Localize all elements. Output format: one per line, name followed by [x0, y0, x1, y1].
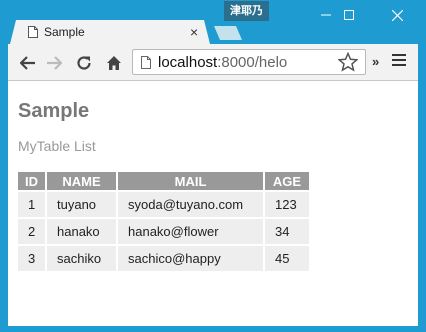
- reload-icon: [77, 56, 91, 70]
- page-title: Sample: [18, 100, 90, 122]
- menu-icon: [392, 54, 406, 56]
- browser-window: 津耶乃 Sample × localhost:8000/helo » Sampl…: [0, 0, 426, 332]
- maximize-icon: [344, 10, 354, 20]
- cell-age: 45: [265, 246, 309, 271]
- home-button[interactable]: [104, 53, 124, 73]
- menu-button[interactable]: [392, 54, 406, 69]
- cell-age: 34: [265, 219, 309, 244]
- maximize-button[interactable]: [331, 0, 367, 30]
- cell-id: 2: [18, 219, 45, 244]
- close-icon: [391, 9, 403, 21]
- column-header-id: ID: [18, 172, 45, 190]
- page-viewport: Sample MyTable List ID NAME MAIL AGE 1 t…: [8, 81, 418, 326]
- reload-button[interactable]: [74, 53, 94, 73]
- page-favicon-icon: [28, 26, 38, 38]
- bookmark-star-icon[interactable]: [338, 52, 358, 72]
- cell-name: sachiko: [47, 246, 116, 271]
- address-bar[interactable]: localhost:8000/helo: [132, 49, 366, 75]
- column-header-name: NAME: [47, 172, 116, 190]
- table-header-row: ID NAME MAIL AGE: [18, 172, 309, 190]
- user-profile-badge[interactable]: 津耶乃: [224, 1, 269, 21]
- column-header-age: AGE: [265, 172, 309, 190]
- new-tab-button[interactable]: [214, 26, 242, 40]
- table-row: 3 sachiko sachico@happy 45: [18, 246, 309, 271]
- minimize-icon: [321, 14, 331, 16]
- close-window-button[interactable]: [375, 0, 419, 30]
- tab-close-icon[interactable]: ×: [190, 25, 198, 39]
- back-button[interactable]: [18, 53, 38, 73]
- cell-name: tuyano: [47, 192, 116, 217]
- home-icon: [107, 56, 121, 70]
- mytable-list: ID NAME MAIL AGE 1 tuyano syoda@tuyano.c…: [16, 170, 311, 273]
- cell-id: 1: [18, 192, 45, 217]
- cell-age: 123: [265, 192, 309, 217]
- tab-title: Sample: [44, 25, 85, 39]
- cell-mail: syoda@tuyano.com: [118, 192, 263, 217]
- arrow-right-icon: [47, 56, 62, 70]
- arrow-left-icon: [20, 56, 35, 70]
- cell-mail: sachico@happy: [118, 246, 263, 271]
- forward-button[interactable]: [44, 53, 64, 73]
- url-host: localhost: [158, 54, 218, 71]
- cell-mail: hanako@flower: [118, 219, 263, 244]
- url-text: localhost:8000/helo: [158, 54, 287, 71]
- url-path: :8000/helo: [217, 54, 288, 71]
- browser-toolbar: localhost:8000/helo »: [8, 44, 418, 81]
- cell-id: 3: [18, 246, 45, 271]
- table-row: 1 tuyano syoda@tuyano.com 123: [18, 192, 309, 217]
- tab-sample[interactable]: [10, 20, 210, 44]
- table-row: 2 hanako hanako@flower 34: [18, 219, 309, 244]
- page-subtitle: MyTable List: [18, 138, 96, 154]
- cell-name: hanako: [47, 219, 116, 244]
- column-header-mail: MAIL: [118, 172, 263, 190]
- page-icon: [141, 56, 151, 69]
- extensions-overflow-icon[interactable]: »: [372, 54, 379, 69]
